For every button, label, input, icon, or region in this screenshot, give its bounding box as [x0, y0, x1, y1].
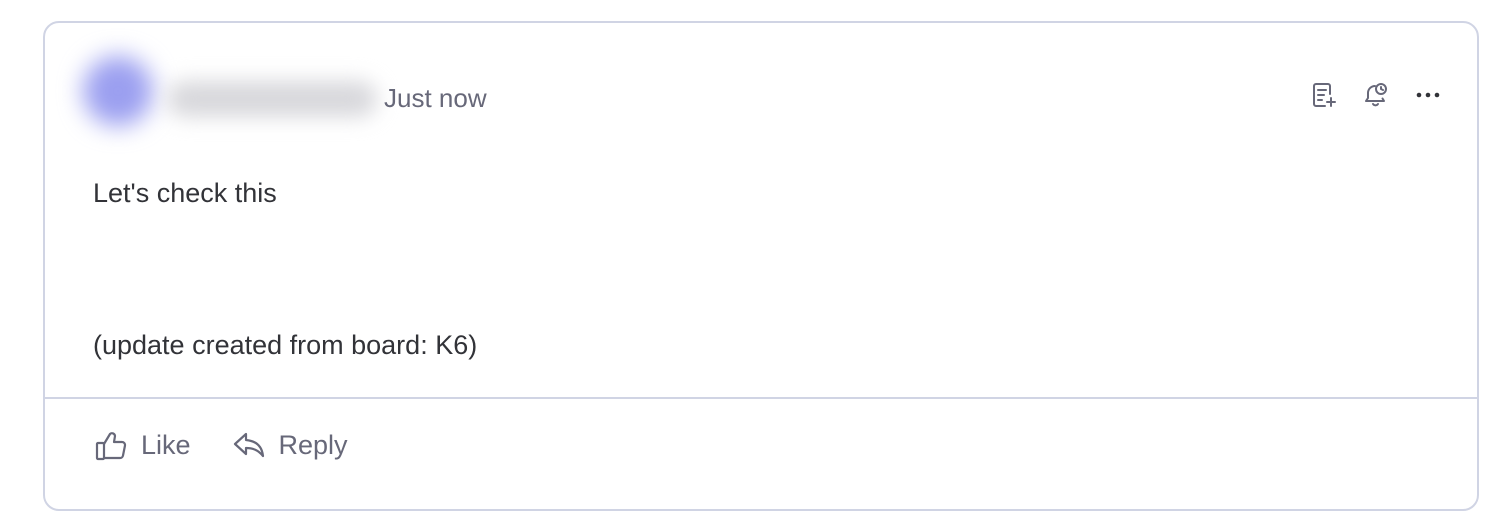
more-options-icon[interactable] — [1411, 78, 1445, 112]
thumbs-up-icon — [95, 432, 127, 461]
author-name-blurred[interactable] — [167, 81, 377, 117]
like-button[interactable]: Like — [93, 427, 191, 463]
reply-button[interactable]: Reply — [231, 427, 348, 463]
like-label: Like — [141, 429, 191, 460]
update-header: Just now — [45, 23, 1477, 173]
add-to-tasks-icon[interactable] — [1307, 78, 1341, 112]
update-actions: Like Reply — [93, 427, 348, 463]
update-source-note: (update created from board: K6) — [93, 330, 478, 360]
reminder-bell-icon[interactable] — [1359, 78, 1393, 112]
update-body-line: Let's check this — [93, 178, 277, 208]
update-timestamp: Just now — [384, 83, 487, 113]
update-card: Just now Let's check this (update create… — [43, 21, 1479, 511]
reply-arrow-icon — [233, 432, 264, 458]
update-body: Let's check this (update created from bo… — [93, 173, 477, 365]
actions-divider — [45, 397, 1477, 399]
author-avatar[interactable] — [83, 56, 153, 126]
update-header-actions — [1307, 78, 1445, 112]
reply-label: Reply — [278, 429, 348, 460]
